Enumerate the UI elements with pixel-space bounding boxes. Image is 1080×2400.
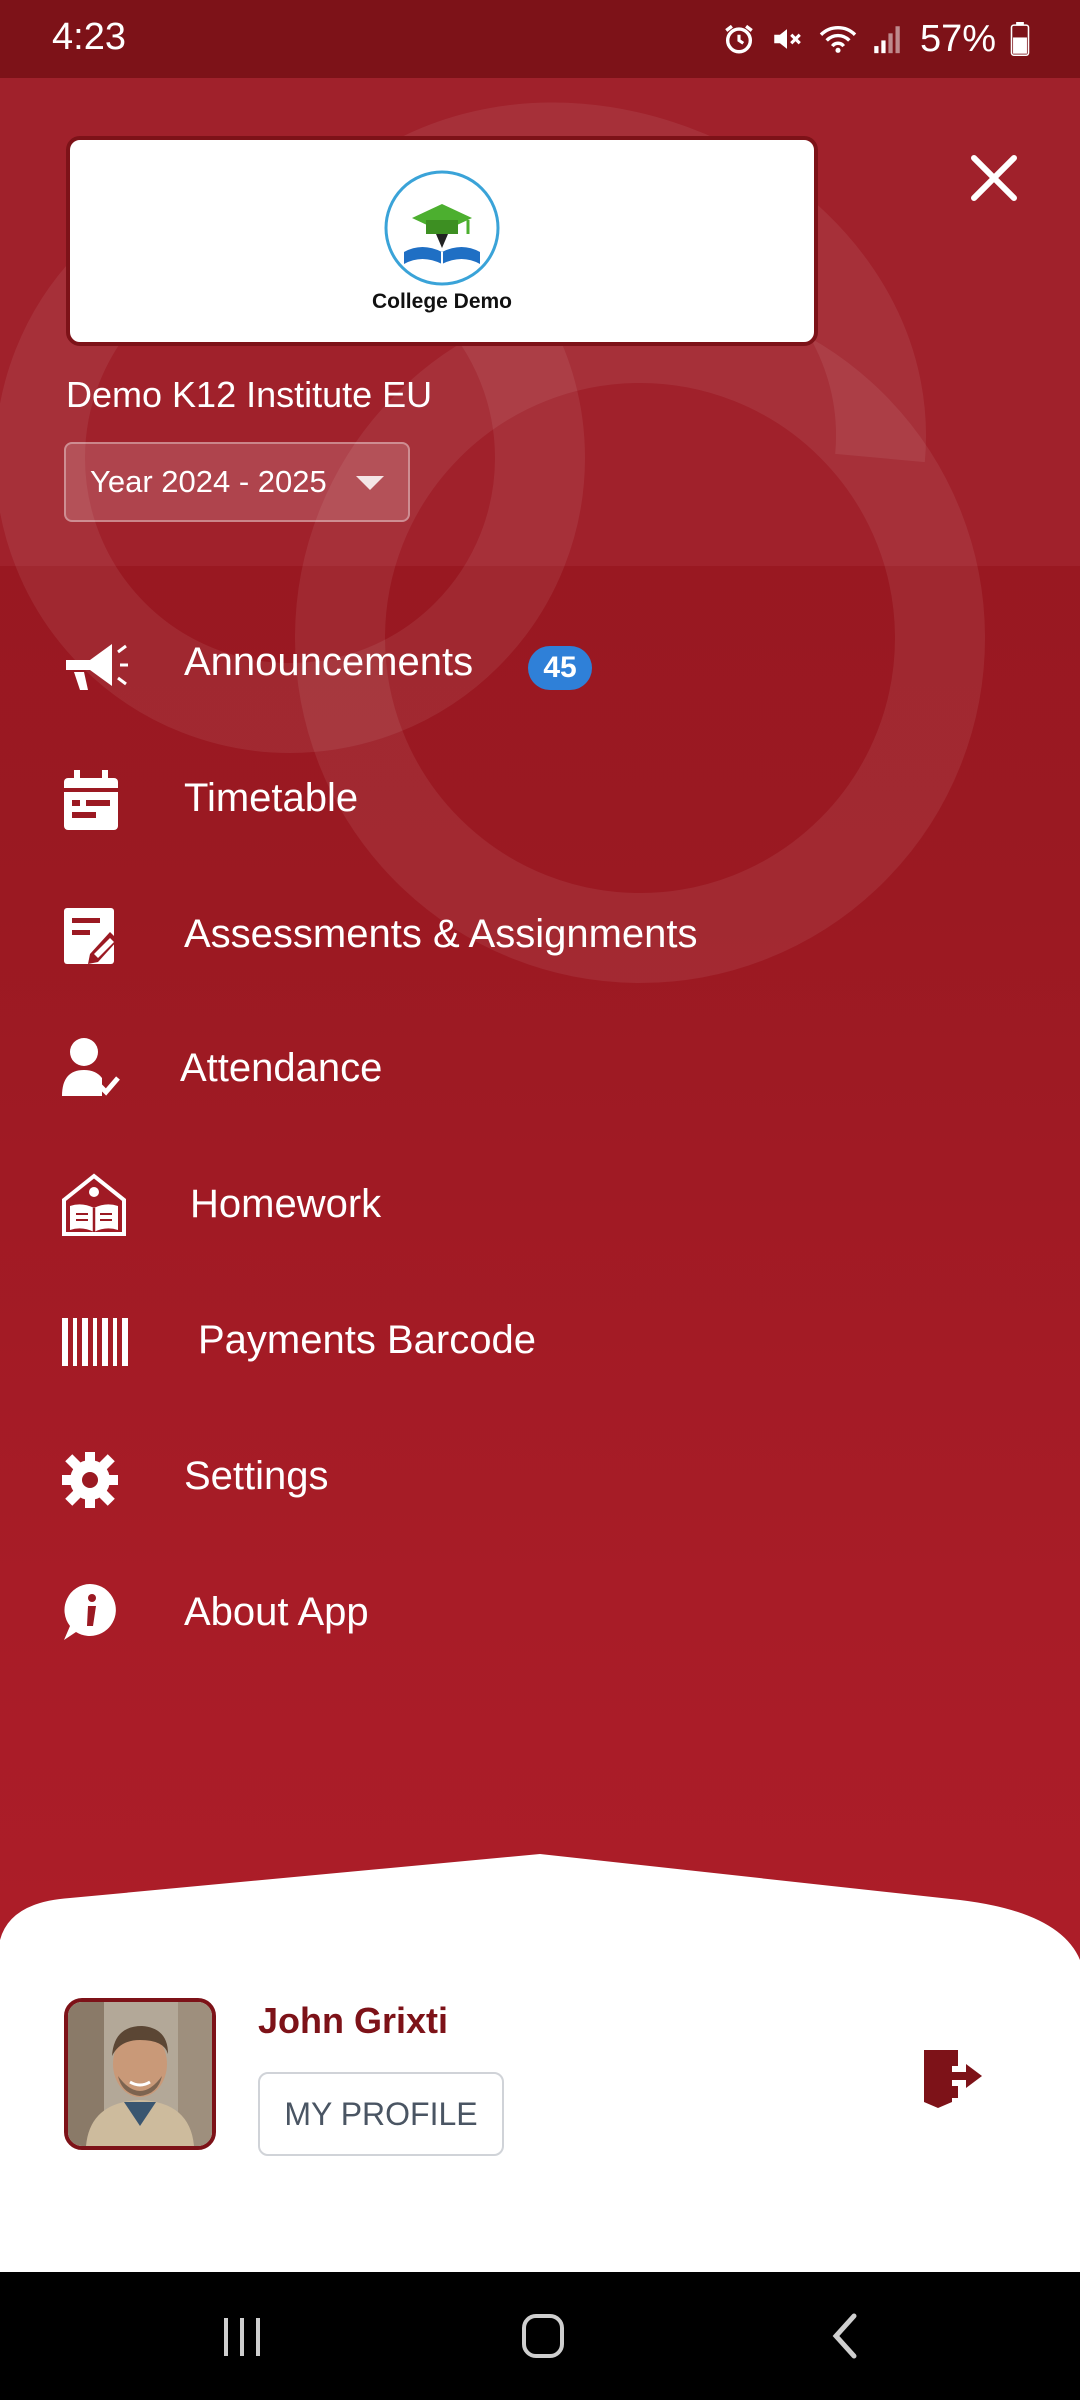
close-icon[interactable] — [964, 148, 1024, 208]
menu-item-assessments[interactable]: Assessments & Assignments — [0, 878, 1080, 998]
announcement-count-badge: 45 — [528, 646, 592, 690]
menu-item-announcements[interactable]: Announcements 45 — [0, 606, 1080, 726]
year-selector-label: Year 2024 - 2025 — [90, 464, 327, 499]
year-selector[interactable]: Year 2024 - 2025 — [64, 442, 410, 522]
menu-item-homework[interactable]: Homework — [0, 1148, 1080, 1268]
system-navigation-bar — [0, 2272, 1080, 2400]
menu-label: Attendance — [180, 1046, 383, 1090]
institute-logo-card: College Demo — [66, 136, 818, 346]
logo-text: College Demo — [371, 290, 513, 313]
menu-item-payments-barcode[interactable]: Payments Barcode — [0, 1284, 1080, 1404]
user-check-icon — [62, 1038, 120, 1096]
menu-label: Timetable — [184, 776, 359, 820]
avatar-photo — [68, 2002, 212, 2146]
menu-item-attendance[interactable]: Attendance — [0, 1012, 1080, 1132]
menu-label: Settings — [184, 1454, 329, 1498]
college-logo — [384, 170, 500, 286]
app-screen: 4:23 57% College Demo Demo K12 Institute… — [0, 0, 1080, 2272]
status-icons: 57% — [722, 14, 1030, 64]
menu-label: About App — [184, 1590, 369, 1634]
my-profile-button[interactable]: MY PROFILE — [258, 2072, 504, 2156]
logout-icon[interactable] — [922, 2044, 986, 2108]
recent-apps-icon[interactable] — [212, 2308, 272, 2364]
menu-label: Homework — [190, 1182, 382, 1226]
battery-icon — [1010, 22, 1030, 56]
menu-item-settings[interactable]: Settings — [0, 1420, 1080, 1540]
wifi-icon — [819, 26, 857, 53]
menu-label: Payments Barcode — [198, 1318, 536, 1362]
barcode-icon — [62, 1318, 128, 1366]
status-bar: 4:23 57% — [0, 0, 1080, 78]
mute-icon — [774, 29, 801, 49]
back-icon[interactable] — [818, 2308, 878, 2364]
gear-icon — [62, 1452, 118, 1508]
signal-icon — [874, 26, 900, 54]
edit-document-icon — [64, 908, 118, 964]
calendar-icon — [64, 770, 118, 830]
chevron-down-icon — [356, 476, 384, 490]
menu-item-timetable[interactable]: Timetable — [0, 742, 1080, 862]
user-name: John Grixti — [258, 2000, 449, 2041]
info-chat-icon — [64, 1584, 116, 1640]
battery-percent: 57% — [919, 17, 996, 60]
menu-item-about-app[interactable]: About App — [0, 1556, 1080, 1676]
megaphone-icon — [66, 644, 128, 690]
alarm-icon — [725, 24, 753, 54]
status-time: 4:23 — [52, 16, 126, 58]
menu-label: Assessments & Assignments — [184, 912, 698, 956]
home-icon[interactable] — [514, 2308, 574, 2364]
institute-name: Demo K12 Institute EU — [66, 374, 433, 415]
menu-label: Announcements — [184, 640, 474, 684]
avatar[interactable] — [64, 1998, 216, 2150]
school-book-icon — [62, 1173, 126, 1236]
